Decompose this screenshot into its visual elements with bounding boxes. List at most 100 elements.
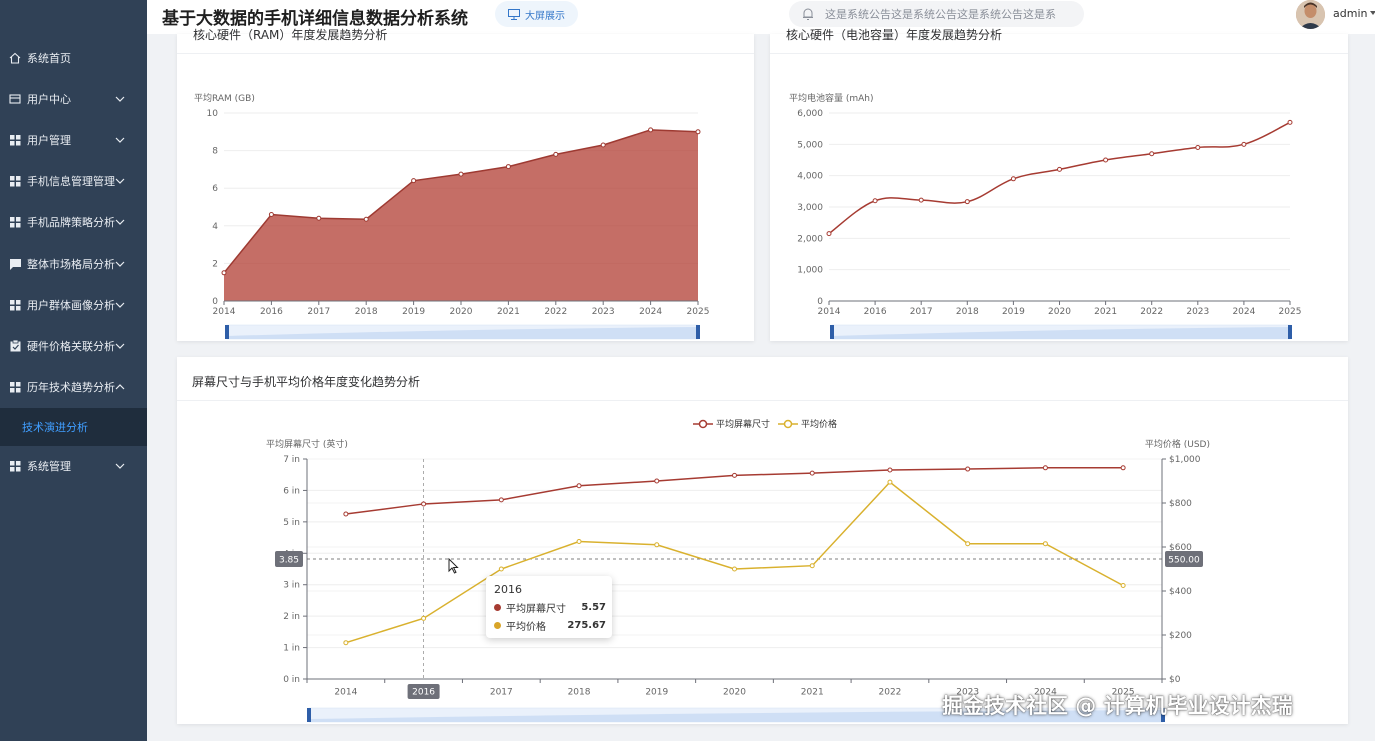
sidebar-item-brand-strategy[interactable]: 手机品牌策略分析 <box>0 203 147 241</box>
datazoom-handle-left <box>225 325 229 339</box>
chevron-down-icon <box>115 343 125 349</box>
y-tick-label: 0 <box>212 297 218 307</box>
sidebar-item-label: 硬件价格关联分析 <box>27 340 115 353</box>
y-tick-label-right: $1,000 <box>1169 455 1201 465</box>
data-point <box>600 142 606 148</box>
x-tick-label: 2022 <box>1140 307 1163 317</box>
datazoom-handle-right <box>696 325 700 339</box>
y-tick-label: 0 <box>817 297 823 307</box>
sidebar-item-user-center[interactable]: 用户中心 <box>0 80 147 118</box>
chevron-up-icon <box>115 384 125 390</box>
chevron-down-icon <box>115 219 125 225</box>
data-point <box>1120 583 1126 588</box>
data-point <box>654 478 660 484</box>
bell-icon <box>803 8 813 20</box>
sidebar-item-tech-trend[interactable]: 历年技术趋势分析 <box>0 368 147 406</box>
y-tick-label: 2,000 <box>797 234 823 244</box>
data-point <box>695 129 701 135</box>
chevron-down-icon <box>115 302 125 308</box>
battery-chart-card: 核心硬件（电池容量）年度发展趋势分析 平均电池容量 (mAh) 0 1,000 2,0… <box>770 28 1348 341</box>
datazoom-handle-right <box>1288 325 1292 339</box>
tooltip-row-price: 平均价格 275.67 <box>494 618 606 633</box>
sidebar-item-user-management[interactable]: 用户管理 <box>0 121 147 159</box>
x-tick-label: 2017 <box>307 307 330 317</box>
chevron-down-icon <box>115 463 125 469</box>
data-point <box>576 483 582 489</box>
data-point <box>1042 465 1048 471</box>
legend-dot <box>494 603 501 611</box>
grid-icon <box>9 175 21 187</box>
x-tick-label: 2018 <box>355 307 378 317</box>
screen-price-line-chart[interactable]: 平均屏幕尺寸 平均价格平均屏幕尺寸 (英寸) 平均价格 (USD)0 in1 in2… <box>177 357 1348 724</box>
x-tick-label: 2018 <box>568 688 591 698</box>
data-point <box>809 470 815 476</box>
x-tick-label: 2020 <box>723 688 746 698</box>
data-point <box>343 640 349 646</box>
legend-marker <box>783 419 793 429</box>
data-point <box>809 563 815 569</box>
data-point <box>1103 157 1109 163</box>
series-line <box>345 481 1124 644</box>
x-tick-label: 2017 <box>490 688 513 698</box>
y-tick-label-left: 2 in <box>283 612 300 622</box>
tooltip-series-name: 平均价格 <box>506 621 546 633</box>
sidebar-item-system[interactable]: 系统管理 <box>0 447 147 485</box>
data-point <box>732 472 737 478</box>
y-tick-label: 4,000 <box>797 172 823 182</box>
data-point <box>732 566 737 572</box>
data-point <box>458 171 464 177</box>
caret-down-icon[interactable] <box>1369 9 1375 17</box>
sidebar-item-hardware-price[interactable]: 硬件价格关联分析 <box>0 327 147 365</box>
sidebar-item-market[interactable]: 整体市场格局分析 <box>0 245 147 283</box>
bigscreen-label: 大屏展示 <box>525 10 565 22</box>
data-point <box>498 497 504 503</box>
y-tick-label-left: 3 in <box>283 581 300 591</box>
sidebar-item-label: 整体市场格局分析 <box>27 258 115 271</box>
sidebar-item-user-profile[interactable]: 用户群体画像分析 <box>0 286 147 324</box>
ram-chart-card: 核心硬件（RAM）年度发展趋势分析 平均RAM (GB) 0 2 4 6 8 10 2014 2… <box>177 28 754 341</box>
grid-icon <box>9 460 21 472</box>
username[interactable]: admin <box>1333 7 1367 20</box>
ram-area-chart[interactable]: 平均RAM (GB) 0 2 4 6 8 10 2014 2016 2017 2018 2019 202… <box>177 34 754 341</box>
monitor-icon <box>508 8 520 20</box>
x-tick-label: 2020 <box>450 307 473 317</box>
tooltip-series-value: 275.67 <box>567 619 606 631</box>
data-point <box>887 467 893 473</box>
data-point <box>268 212 274 218</box>
x-tick-label: 2021 <box>1094 307 1117 317</box>
sidebar-item-label: 系统管理 <box>27 460 71 473</box>
chevron-down-icon <box>115 137 125 143</box>
id-card-icon <box>9 93 21 105</box>
clipboard-icon <box>9 340 21 352</box>
crosshair-label-left: 3.85 <box>279 556 299 566</box>
battery-line-chart[interactable]: 平均电池容量 (mAh) 0 1,000 2,000 3,000 4,000 5,000 6,… <box>770 34 1348 341</box>
sidebar-item-label: 历年技术趋势分析 <box>27 381 115 394</box>
data-point <box>872 198 878 204</box>
data-point <box>1010 176 1016 182</box>
data-point <box>1241 141 1247 147</box>
x-tick-label: 2021 <box>801 688 824 698</box>
y-axis-label: 平均RAM (GB) <box>194 92 255 104</box>
y-tick-label: 6,000 <box>797 109 823 119</box>
data-point <box>918 197 924 203</box>
x-tick-label: 2024 <box>1232 307 1255 317</box>
legend-dot <box>494 621 501 629</box>
avatar[interactable] <box>1296 0 1325 29</box>
sidebar-item-label: 手机品牌策略分析 <box>27 216 115 229</box>
notice-bar[interactable]: 这是系统公告这是系统公告这是系统公告这是系 <box>789 1 1084 27</box>
y-tick-label-left: 0 in <box>283 675 300 685</box>
data-point <box>1287 119 1293 125</box>
x-tick-label: 2016 <box>260 307 283 317</box>
tooltip-series-value: 5.57 <box>581 601 606 613</box>
data-point <box>316 215 322 221</box>
x-tick-label: 2025 <box>687 307 710 317</box>
data-point <box>964 199 970 205</box>
sidebar-item-home[interactable]: 系统首页 <box>0 39 147 77</box>
watermark: 掘金技术社区 @ 计算机毕业设计杰瑞 <box>942 694 1293 718</box>
x-tick-label: 2016 <box>412 688 435 698</box>
x-tick-label: 2023 <box>1186 307 1209 317</box>
crosshair-label-right: 550.00 <box>1168 556 1200 566</box>
sidebar-subitem-tech-evolution[interactable]: 技术演进分析 <box>0 408 147 446</box>
sidebar-item-phone-info[interactable]: 手机信息管理管理 <box>0 162 147 200</box>
bigscreen-button[interactable]: 大屏展示 <box>495 1 578 27</box>
